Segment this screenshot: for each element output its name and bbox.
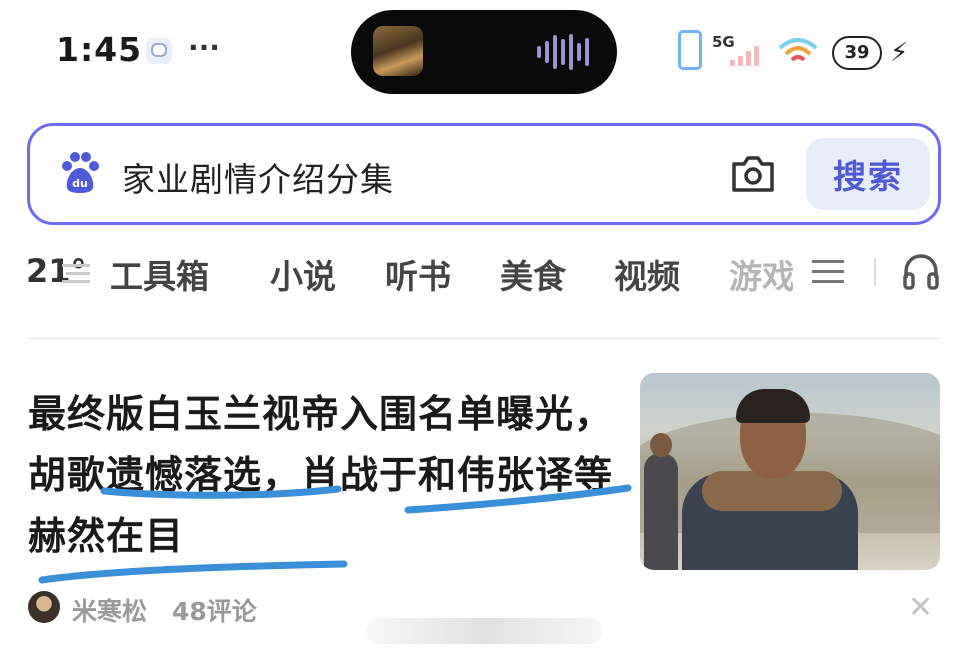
baidu-paw-logo-icon: du <box>62 152 99 193</box>
watermark <box>366 618 602 644</box>
author-avatar[interactable] <box>28 591 60 623</box>
close-icon[interactable]: ✕ <box>908 593 933 623</box>
charging-bolt-icon: ⚡ <box>890 38 909 68</box>
notification-app-icon <box>146 38 172 64</box>
nav-item-video[interactable]: 视频 <box>614 250 680 298</box>
section-divider <box>27 338 941 339</box>
search-button[interactable]: 搜索 <box>806 138 930 210</box>
dynamic-island[interactable] <box>351 10 617 94</box>
news-headline[interactable]: 最终版白玉兰视帝入围名单曝光，胡歌遗憾落选，肖战于和伟张译等赫然在目 <box>28 384 620 567</box>
nav-item-audiobook[interactable]: 听书 <box>385 250 451 298</box>
signal-strength-icon <box>730 44 759 66</box>
nav-item-food[interactable]: 美食 <box>500 250 566 298</box>
comment-count[interactable]: 48评论 <box>172 592 257 628</box>
headphone-icon[interactable] <box>902 252 940 290</box>
nav-item-toolbox[interactable]: 工具箱 <box>110 250 209 298</box>
media-thumbnail <box>373 26 423 76</box>
search-bar[interactable]: du 家业剧情介绍分集 搜索 <box>27 123 941 225</box>
nav-item-novel[interactable]: 小说 <box>270 250 336 298</box>
news-thumbnail[interactable] <box>640 373 940 570</box>
nav-divider <box>874 258 876 286</box>
weather-cloud-icon <box>62 264 90 283</box>
nav-item-games[interactable]: 游戏 <box>729 250 793 298</box>
author-name[interactable]: 米寒松 <box>72 592 147 628</box>
more-notifications-icon: ··· <box>188 31 220 64</box>
battery-level: 39 <box>832 36 882 70</box>
audio-waveform-icon <box>537 34 589 70</box>
search-input[interactable]: 家业剧情介绍分集 <box>122 153 394 201</box>
phone-vibrate-icon <box>678 30 702 70</box>
wifi-icon <box>778 38 818 62</box>
status-time: 1:45 <box>56 30 143 69</box>
menu-icon[interactable] <box>812 258 844 286</box>
camera-icon[interactable] <box>730 154 776 194</box>
svg-text:du: du <box>72 177 88 190</box>
